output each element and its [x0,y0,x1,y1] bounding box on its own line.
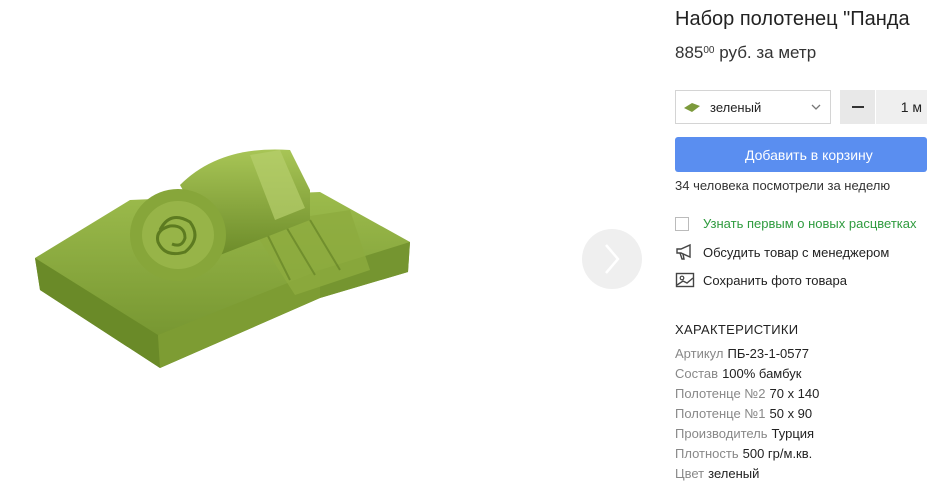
spec-key: Состав [675,366,719,381]
specs-heading: ХАРАКТЕРИСТИКИ [675,322,799,337]
spec-value: ПБ-23-1-0577 [727,346,809,361]
spec-key: Производитель [675,426,768,441]
notify-checkbox[interactable] [675,216,689,231]
save-photo-label[interactable]: Сохранить фото товара [703,273,847,288]
spec-row: Состав 100% бамбук [675,366,801,381]
spec-row: Артикул ПБ-23-1-0577 [675,346,809,361]
chevron-down-icon [811,104,821,110]
chevron-right-icon [605,244,620,274]
spec-row: Цвет зеленый [675,466,759,481]
quantity-input[interactable] [876,90,927,124]
color-swatch-icon [684,103,700,112]
spec-value: 500 гр/м.кв. [742,446,813,461]
spec-row: Плотность 500 гр/м.кв. [675,446,812,461]
megaphone-icon [676,243,691,260]
spec-row: Полотенце №2 70 x 140 [675,386,819,401]
product-image-towels [35,149,410,368]
color-select[interactable]: зеленый [675,90,831,124]
spec-value: Турция [771,426,815,441]
discuss-label[interactable]: Обсудить товар с менеджером [703,245,889,260]
spec-row: Полотенце №1 50 x 90 [675,406,812,421]
add-to-cart-button[interactable]: Добавить в корзину [675,137,927,172]
spec-key: Полотенце №2 [675,386,766,401]
product-gallery [0,0,660,489]
notify-new-colors-option[interactable]: Узнать первым о новых расцветках [675,216,916,231]
spec-value: 70 x 140 [769,386,820,401]
spec-value: 100% бамбук [722,366,802,381]
quantity-decrease-button[interactable] [840,90,875,124]
discuss-with-manager-link[interactable]: Обсудить товар с менеджером [675,243,889,261]
views-counter: 34 человека посмотрели за неделю [675,178,891,193]
photo-icon [675,272,695,288]
price-cents: 00 [703,45,715,56]
product-title: Набор полотенец "Панда [675,8,910,30]
price-unit: руб. за метр [719,43,817,62]
spec-row: Производитель Турция [675,426,814,441]
spec-key: Полотенце №1 [675,406,766,421]
spec-value: 50 x 90 [769,406,813,421]
spec-value: зеленый [708,466,760,481]
next-image-button[interactable] [582,229,642,289]
price-main: 885 [675,43,704,62]
save-photo-link[interactable]: Сохранить фото товара [675,271,847,289]
spec-key: Цвет [675,466,705,481]
minus-icon [851,106,864,108]
color-select-value: зеленый [710,99,762,115]
spec-key: Плотность [675,446,739,461]
product-price: 88500 руб. за метр [675,43,816,63]
spec-key: Артикул [675,346,724,361]
notify-label[interactable]: Узнать первым о новых расцветках [703,216,916,231]
